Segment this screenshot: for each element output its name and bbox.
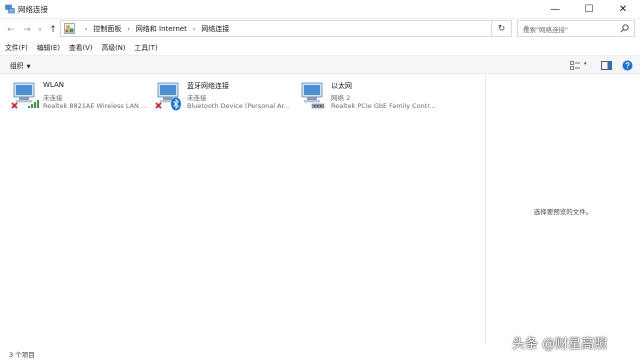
arrow-right-icon: → (23, 24, 31, 35)
menu-advanced[interactable]: 高级(N) (102, 41, 126, 55)
arrow-up-icon: ↑ (49, 24, 57, 35)
refresh-button[interactable]: ↻ (492, 20, 512, 37)
network-adapter-icon (155, 82, 181, 111)
item-count: 3 个项目 (9, 351, 35, 359)
network-connections-icon (5, 4, 15, 14)
breadcrumb-separator[interactable]: › (127, 26, 129, 33)
disconnected-x-icon (155, 102, 162, 109)
connection-status: 未连接 (187, 94, 207, 102)
connection-device: Realtek 8821AE Wireless LAN ... (43, 102, 148, 110)
forward-button[interactable]: → (21, 23, 33, 36)
title-bar: 网络连接 — ☐ ✕ (0, 0, 640, 19)
command-bar: 组织 ▼ ▾ (0, 55, 640, 74)
disconnected-x-icon (11, 102, 18, 109)
connection-status: 网络 2 (331, 94, 351, 102)
watermark: 头条 @财星高照 (512, 337, 608, 352)
view-options-chevron-icon[interactable]: ▾ (584, 61, 587, 67)
close-icon: ✕ (618, 4, 628, 15)
breadcrumb: › 控制面板 › 网络和 Internet › 网络连接 (79, 24, 229, 34)
bluetooth-icon (171, 97, 181, 111)
network-adapter-icon (11, 82, 39, 109)
arrow-left-icon: ← (7, 24, 15, 35)
menu-tools[interactable]: 工具(T) (135, 41, 158, 55)
search-input[interactable]: 搜索"网络连接" (523, 24, 568, 34)
recent-locations-button[interactable]: ∨ (36, 23, 44, 36)
chevron-down-icon: ∨ (37, 26, 43, 33)
menu-edit[interactable]: 编辑(E) (37, 41, 60, 55)
address-bar[interactable]: › 控制面板 › 网络和 Internet › 网络连接 ∨ (60, 20, 528, 37)
maximize-button[interactable]: ☐ (572, 0, 606, 19)
connection-name: WLAN (43, 81, 65, 89)
organize-button[interactable]: 组织 ▼ (10, 60, 30, 70)
connection-name: 蓝牙网络连接 (187, 82, 229, 90)
breadcrumb-separator[interactable]: › (193, 26, 195, 33)
breadcrumb-separator: › (85, 25, 88, 33)
preview-pane-icon[interactable] (601, 61, 612, 70)
menu-file[interactable]: 文件(F) (5, 41, 28, 55)
connections-list: WLAN 未连接 Realtek 8821AE Wireless LAN ...… (0, 75, 485, 344)
breadcrumb-network-connections[interactable]: 网络连接 (201, 24, 229, 34)
connection-name: 以太网 (331, 82, 352, 90)
preview-pane: 选择要预览的文件。 (485, 75, 640, 344)
minimize-button[interactable]: — (538, 0, 572, 19)
breadcrumb-control-panel[interactable]: 控制面板 (93, 24, 121, 34)
connection-device: Realtek PCIe GbE Family Contr... (331, 102, 436, 110)
minimize-icon: — (550, 4, 560, 15)
window-title: 网络连接 (18, 5, 48, 14)
menu-bar: 文件(F) 编辑(E) 查看(V) 高级(N) 工具(T) (0, 41, 640, 55)
connection-item-bluetooth[interactable]: 蓝牙网络连接 未连接 Bluetooth Device (Personal Ar… (147, 78, 290, 114)
connection-device: Bluetooth Device (Personal Ar... (187, 102, 290, 110)
connection-status: 未连接 (43, 94, 63, 102)
control-panel-icon (64, 23, 75, 34)
chevron-down-icon: ▼ (26, 64, 31, 70)
menu-view[interactable]: 查看(V) (69, 41, 93, 55)
up-button[interactable]: ↑ (47, 23, 59, 36)
help-icon[interactable] (622, 60, 633, 71)
ethernet-cable-icon (311, 103, 325, 109)
close-button[interactable]: ✕ (606, 0, 640, 19)
change-view-icon[interactable] (570, 61, 580, 70)
maximize-icon: ☐ (584, 4, 594, 15)
connection-item-wlan[interactable]: WLAN 未连接 Realtek 8821AE Wireless LAN ... (3, 78, 147, 114)
search-icon (620, 24, 629, 33)
network-adapter-icon (301, 82, 325, 109)
refresh-icon: ↻ (497, 23, 506, 34)
organize-label: 组织 (10, 62, 24, 70)
search-box[interactable]: 搜索"网络连接" (517, 20, 635, 37)
breadcrumb-network-internet[interactable]: 网络和 Internet (136, 24, 187, 34)
back-button[interactable]: ← (5, 23, 17, 36)
preview-message: 选择要预览的文件。 (533, 208, 593, 216)
connection-item-ethernet[interactable]: 以太网 网络 2 Realtek PCIe GbE Family Contr..… (291, 78, 436, 114)
